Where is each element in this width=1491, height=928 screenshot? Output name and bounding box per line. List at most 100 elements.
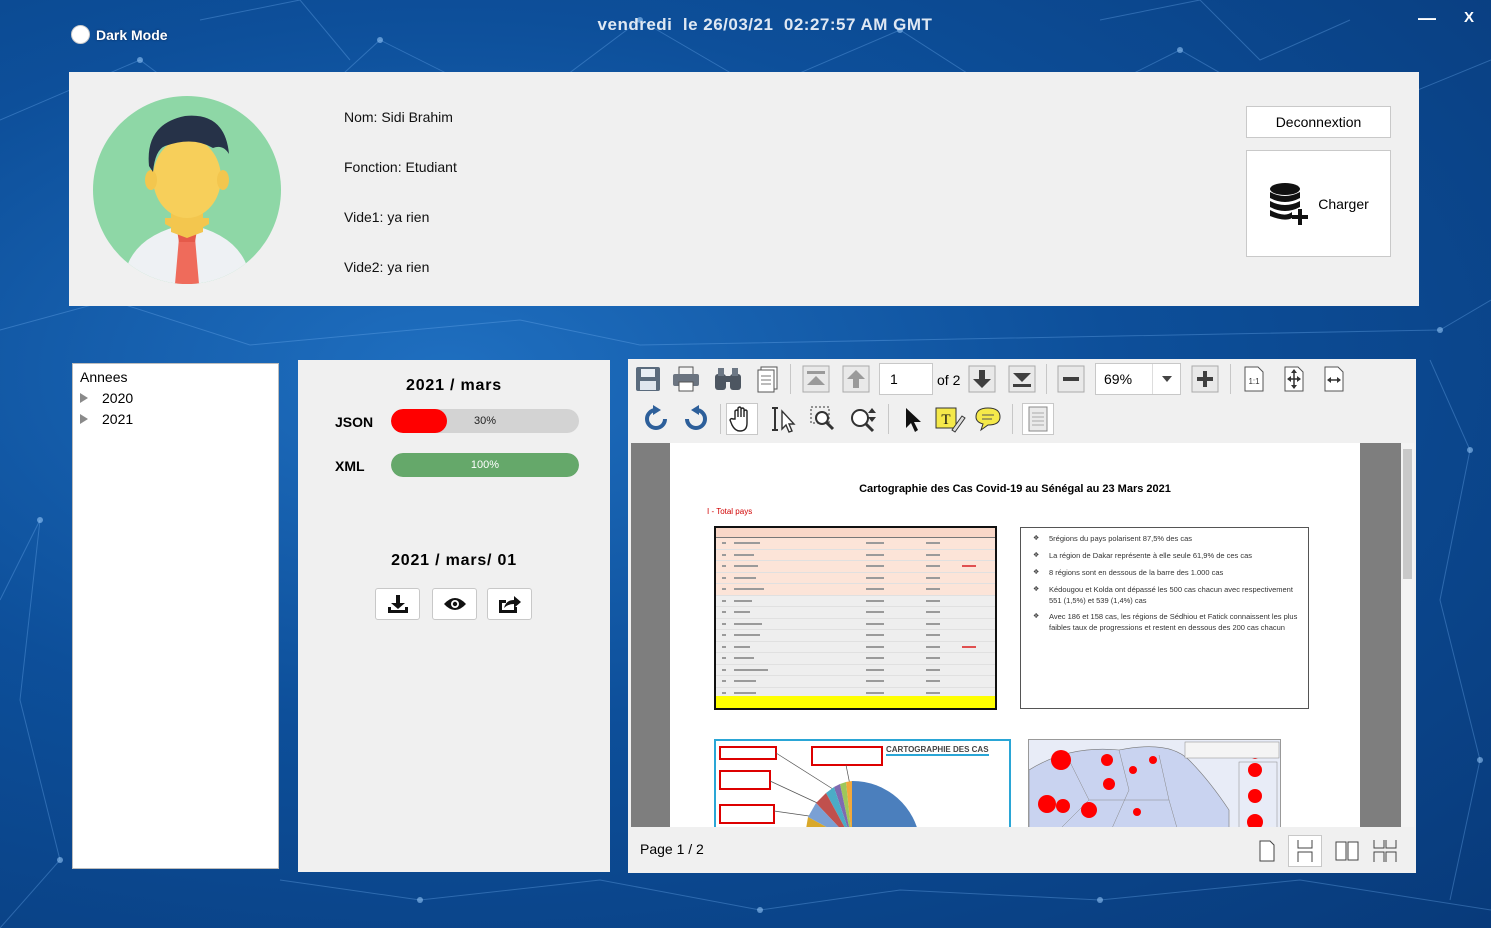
text-annotation-button[interactable]: T	[934, 403, 966, 435]
page-number-input[interactable]: 1	[879, 363, 933, 395]
dynamic-zoom-icon	[851, 408, 876, 433]
hand-icon	[729, 406, 748, 432]
continuous-facing-icon	[1373, 840, 1397, 862]
minimize-button[interactable]: —	[1418, 8, 1436, 29]
print-button[interactable]	[670, 363, 702, 395]
zoom-select[interactable]: 69%	[1095, 363, 1181, 395]
continuous-view-button[interactable]	[1288, 835, 1322, 867]
svg-text:T: T	[941, 412, 950, 428]
continuous-page-icon	[1297, 840, 1313, 862]
person-avatar-icon	[123, 115, 251, 284]
dynamic-zoom-button[interactable]	[848, 403, 880, 435]
zoom-dropdown-arrow[interactable]	[1152, 364, 1180, 394]
key-point: 5régions du pays polarisent 87,5% des ca…	[1031, 534, 1298, 545]
toolbar-separator	[1012, 404, 1013, 434]
load-button[interactable]: Charger	[1246, 150, 1391, 257]
years-tree[interactable]: Annees 2020 2021	[72, 363, 279, 869]
toolbar-separator	[720, 404, 721, 434]
facing-pages-view-button[interactable]	[1330, 835, 1364, 867]
tree-root-annees[interactable]: Annees	[80, 369, 271, 385]
scrollbar-thumb[interactable]	[1403, 449, 1412, 579]
day-title: 2021 / mars/ 01	[391, 552, 517, 569]
close-button[interactable]: X	[1464, 9, 1474, 26]
fit-page-button[interactable]	[1278, 363, 1310, 395]
text-cursor-icon	[772, 407, 796, 433]
rotate-right-icon	[685, 405, 707, 430]
tree-node-2020[interactable]: 2020	[80, 390, 271, 406]
facing-pages-icon	[1335, 841, 1359, 861]
document-properties-button[interactable]	[752, 363, 784, 395]
expand-arrow-icon[interactable]	[80, 414, 88, 424]
toolbar-separator	[1046, 364, 1047, 394]
last-page-button[interactable]	[1006, 363, 1038, 395]
document-chart-title: CARTOGRAPHIE DES CAS	[886, 745, 989, 756]
document-icon	[757, 366, 778, 393]
preview-button[interactable]	[432, 588, 477, 620]
tree-node-label: 2020	[102, 390, 134, 406]
marquee-zoom-icon	[810, 406, 835, 431]
actual-size-button[interactable]: 1:1	[1238, 363, 1270, 395]
key-point: 8 régions sont en dessous de la barre de…	[1031, 568, 1298, 579]
key-point: La région de Dakar représente à elle seu…	[1031, 551, 1298, 562]
conversion-progress-panel: 2021 / mars JSON 30% XML 100% 2021 / mar…	[298, 360, 610, 872]
print-icon	[673, 366, 699, 392]
fit-width-button[interactable]	[1318, 363, 1350, 395]
pdf-viewer: 1 of 2 69% 1:1 T Cartographie des Cas Co…	[628, 359, 1416, 873]
logout-button[interactable]: Deconnextion	[1246, 106, 1391, 138]
next-page-button[interactable]	[966, 363, 998, 395]
find-button[interactable]	[712, 363, 744, 395]
json-progress-bar: 30%	[391, 409, 579, 433]
document-view[interactable]: Cartographie des Cas Covid-19 au Sénégal…	[631, 443, 1401, 827]
datetime-display: vendredi le 26/03/21 02:27:57 AM GMT	[597, 15, 933, 34]
load-button-label: Charger	[1318, 195, 1369, 212]
user-vide1: Vide1: ya rien	[344, 209, 430, 225]
continuous-facing-view-button[interactable]	[1368, 835, 1402, 867]
text-select-button[interactable]	[768, 403, 800, 435]
download-button[interactable]	[375, 588, 420, 620]
marquee-zoom-button[interactable]	[808, 403, 840, 435]
database-add-icon	[1270, 182, 1309, 225]
single-page-icon	[1259, 840, 1275, 862]
zoom-in-button[interactable]	[1189, 363, 1221, 395]
rotate-left-button[interactable]	[640, 403, 672, 435]
json-label: JSON	[335, 414, 374, 430]
plus-icon	[1191, 365, 1219, 393]
minus-icon	[1057, 365, 1085, 393]
arrow-cursor-icon	[906, 408, 921, 432]
single-page-view-button[interactable]	[1250, 835, 1284, 867]
arrow-up-icon	[842, 365, 870, 393]
export-button[interactable]	[487, 588, 532, 620]
arrow-down-icon	[968, 365, 996, 393]
table-header-band	[716, 528, 995, 538]
previous-page-button[interactable]	[840, 363, 872, 395]
user-function: Fonction: Etudiant	[344, 159, 457, 175]
fit-width-icon	[1324, 366, 1344, 392]
profile-card: Nom: Sidi Brahim Fonction: Etudiant Vide…	[69, 72, 1419, 306]
first-page-icon	[802, 365, 830, 393]
zoom-out-button[interactable]	[1055, 363, 1087, 395]
hand-tool-button[interactable]	[726, 403, 758, 435]
dark-mode-toggle[interactable]: Dark Mode	[71, 25, 168, 44]
period-title: 2021 / mars	[406, 377, 502, 394]
comment-button[interactable]	[972, 403, 1004, 435]
text-box-edit-icon: T	[935, 407, 966, 433]
document-key-points: 5régions du pays polarisent 87,5% des ca…	[1020, 527, 1309, 709]
user-vide2: Vide2: ya rien	[344, 259, 430, 275]
thumbnails-panel-button[interactable]	[1022, 403, 1054, 435]
user-avatar	[93, 96, 281, 284]
xml-progress-bar: 100%	[391, 453, 579, 477]
expand-arrow-icon[interactable]	[80, 393, 88, 403]
first-page-button[interactable]	[800, 363, 832, 395]
rotate-right-button[interactable]	[680, 403, 712, 435]
select-tool-button[interactable]	[896, 403, 928, 435]
toolbar-separator	[1230, 364, 1231, 394]
chevron-down-icon	[1161, 376, 1172, 382]
last-page-icon	[1008, 365, 1036, 393]
pdf-page: Cartographie des Cas Covid-19 au Sénégal…	[670, 443, 1360, 827]
tree-node-2021[interactable]: 2021	[80, 411, 271, 427]
dark-mode-label: Dark Mode	[96, 26, 168, 43]
save-button[interactable]	[632, 363, 664, 395]
table-text-lines	[722, 542, 976, 694]
dark-mode-radio[interactable]	[71, 25, 90, 44]
document-scrollbar[interactable]	[1401, 443, 1414, 827]
